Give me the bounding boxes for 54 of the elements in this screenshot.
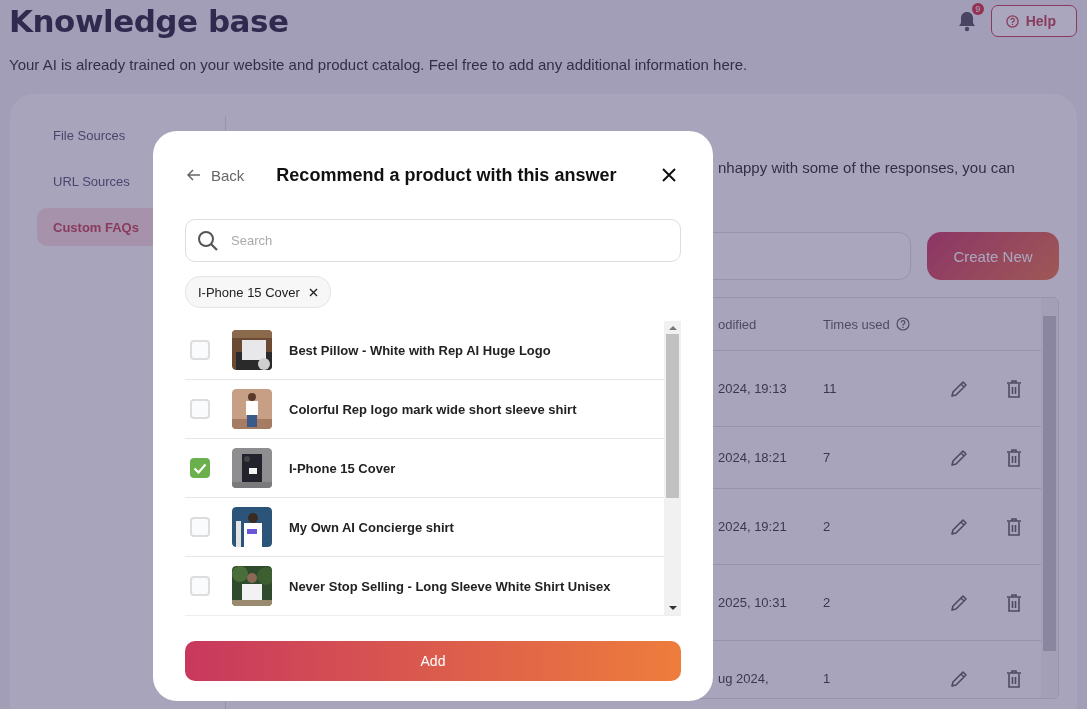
scroll-up-icon[interactable] xyxy=(668,325,677,330)
remove-icon[interactable] xyxy=(308,287,318,297)
table-cell-text: 2024, 19:21 xyxy=(718,519,788,534)
product-row[interactable]: Best Pillow - White with Rep AI Huge Logo xyxy=(185,321,664,380)
edit-icon[interactable] xyxy=(949,592,969,613)
page-subtitle: Your AI is already trained on your website and product catalog. Feel free to add any additional information here. xyxy=(9,56,749,73)
edit-icon[interactable] xyxy=(949,516,969,537)
column-header: odified xyxy=(718,316,758,332)
product-name: Never Stop Selling - Long Sleeve White Shirt Unisex xyxy=(289,578,611,594)
help-button[interactable]: Help xyxy=(990,5,1077,37)
table-cell-text: 2024, 19:13 xyxy=(718,381,788,396)
back-arrow-icon xyxy=(187,169,201,181)
scroll-down-icon[interactable] xyxy=(668,606,677,611)
delete-icon[interactable] xyxy=(1005,593,1022,612)
table-cell-text: 2024, 18:21 xyxy=(718,450,788,465)
search-icon xyxy=(197,230,219,252)
scrollbar[interactable] xyxy=(1041,298,1058,698)
product-name: Colorful Rep logo mark wide short sleeve shirt xyxy=(289,401,577,417)
product-name: Best Pillow - White with Rep AI Huge Logo xyxy=(289,342,551,358)
notification-count: 9 xyxy=(971,3,984,15)
product-row[interactable]: I-Phone 15 Cover xyxy=(185,439,664,498)
table-cell-text: 11 xyxy=(823,381,838,396)
delete-icon[interactable] xyxy=(1005,379,1022,398)
page-title: Knowledge base xyxy=(9,3,289,39)
table-cell-text: 2025, 10:31 xyxy=(718,595,788,610)
delete-icon[interactable] xyxy=(1005,669,1022,688)
column-header: Times used xyxy=(823,316,890,332)
table-cell-text: 1 xyxy=(823,671,832,686)
help-icon xyxy=(1005,14,1019,28)
search-field[interactable]: Search xyxy=(185,219,681,262)
edit-icon[interactable] xyxy=(949,378,969,399)
product-name: My Own AI Concierge shirt xyxy=(289,519,454,535)
notification-bell-icon[interactable] xyxy=(956,10,977,32)
edit-icon[interactable] xyxy=(949,447,969,468)
help-icon[interactable] xyxy=(895,317,910,331)
add-button[interactable]: Add xyxy=(185,641,681,681)
edit-icon[interactable] xyxy=(949,668,969,689)
scrollbar[interactable] xyxy=(664,321,681,615)
table-cell-text: 7 xyxy=(823,450,832,465)
checkbox[interactable] xyxy=(190,458,210,478)
delete-icon[interactable] xyxy=(1005,517,1022,536)
table-cell-text: ug 2024, xyxy=(718,671,770,686)
chip-label: I-Phone 15 Cover xyxy=(198,284,300,300)
delete-icon[interactable] xyxy=(1005,448,1022,467)
close-icon[interactable] xyxy=(661,167,677,183)
section-description: nhappy with some of the responses, you can xyxy=(718,159,1015,176)
back-button[interactable]: Back xyxy=(185,166,245,184)
product-row[interactable]: My Own AI Concierge shirt xyxy=(185,498,664,557)
product-row[interactable]: Never Stop Selling - Long Sleeve White Shirt Unisex xyxy=(185,557,664,615)
table-cell-text: 2 xyxy=(823,519,832,534)
product-name: I-Phone 15 Cover xyxy=(289,460,396,476)
table-cell-text: 2 xyxy=(823,595,832,610)
dialog-title: Recommend a product with this answer xyxy=(276,164,618,186)
product-row[interactable]: Colorful Rep logo mark wide short sleeve shirt xyxy=(185,380,664,439)
